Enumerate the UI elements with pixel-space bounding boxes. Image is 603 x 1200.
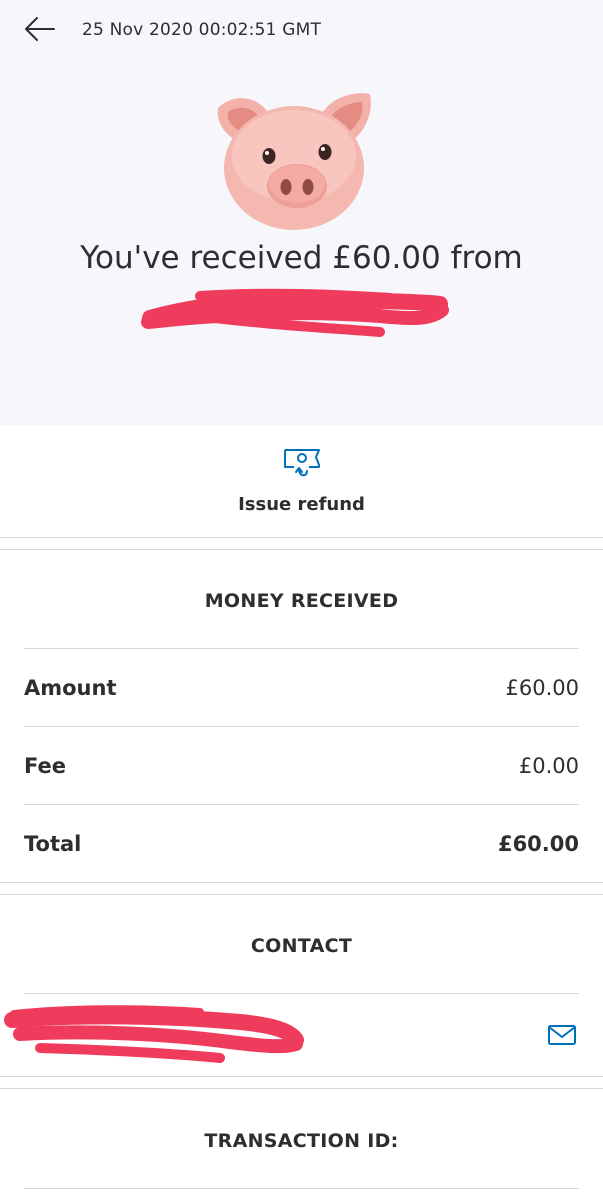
divider <box>0 549 603 550</box>
divider <box>0 1076 603 1077</box>
total-label: Total <box>24 832 82 856</box>
divider <box>0 894 603 895</box>
divider <box>0 1088 603 1089</box>
amount-label: Amount <box>24 676 117 700</box>
total-value: £60.00 <box>497 832 579 856</box>
transaction-id-title: TRANSACTION ID: <box>204 1130 399 1152</box>
divider <box>0 537 603 538</box>
amount-value: £60.00 <box>505 676 579 700</box>
pig-face-icon <box>212 86 376 232</box>
redacted-contact-email[interactable] <box>0 1000 310 1068</box>
divider <box>24 804 579 805</box>
issue-refund-label[interactable]: Issue refund <box>0 494 603 515</box>
money-received-title: MONEY RECEIVED <box>204 590 399 612</box>
back-arrow-icon[interactable] <box>22 14 58 44</box>
divider <box>0 882 603 883</box>
divider <box>24 993 579 994</box>
mail-icon[interactable] <box>547 1024 577 1046</box>
transaction-timestamp: 25 Nov 2020 00:02:51 GMT <box>82 20 322 40</box>
received-message: You've received £60.00 from <box>80 240 523 276</box>
divider <box>24 1188 579 1189</box>
fee-label: Fee <box>24 754 66 778</box>
fee-value: £0.00 <box>518 754 579 778</box>
contact-title: CONTACT <box>250 935 353 957</box>
issue-refund-action[interactable] <box>0 425 603 538</box>
divider <box>24 648 579 649</box>
divider <box>24 726 579 727</box>
refund-icon[interactable] <box>282 447 322 483</box>
redacted-sender-name <box>141 288 449 337</box>
